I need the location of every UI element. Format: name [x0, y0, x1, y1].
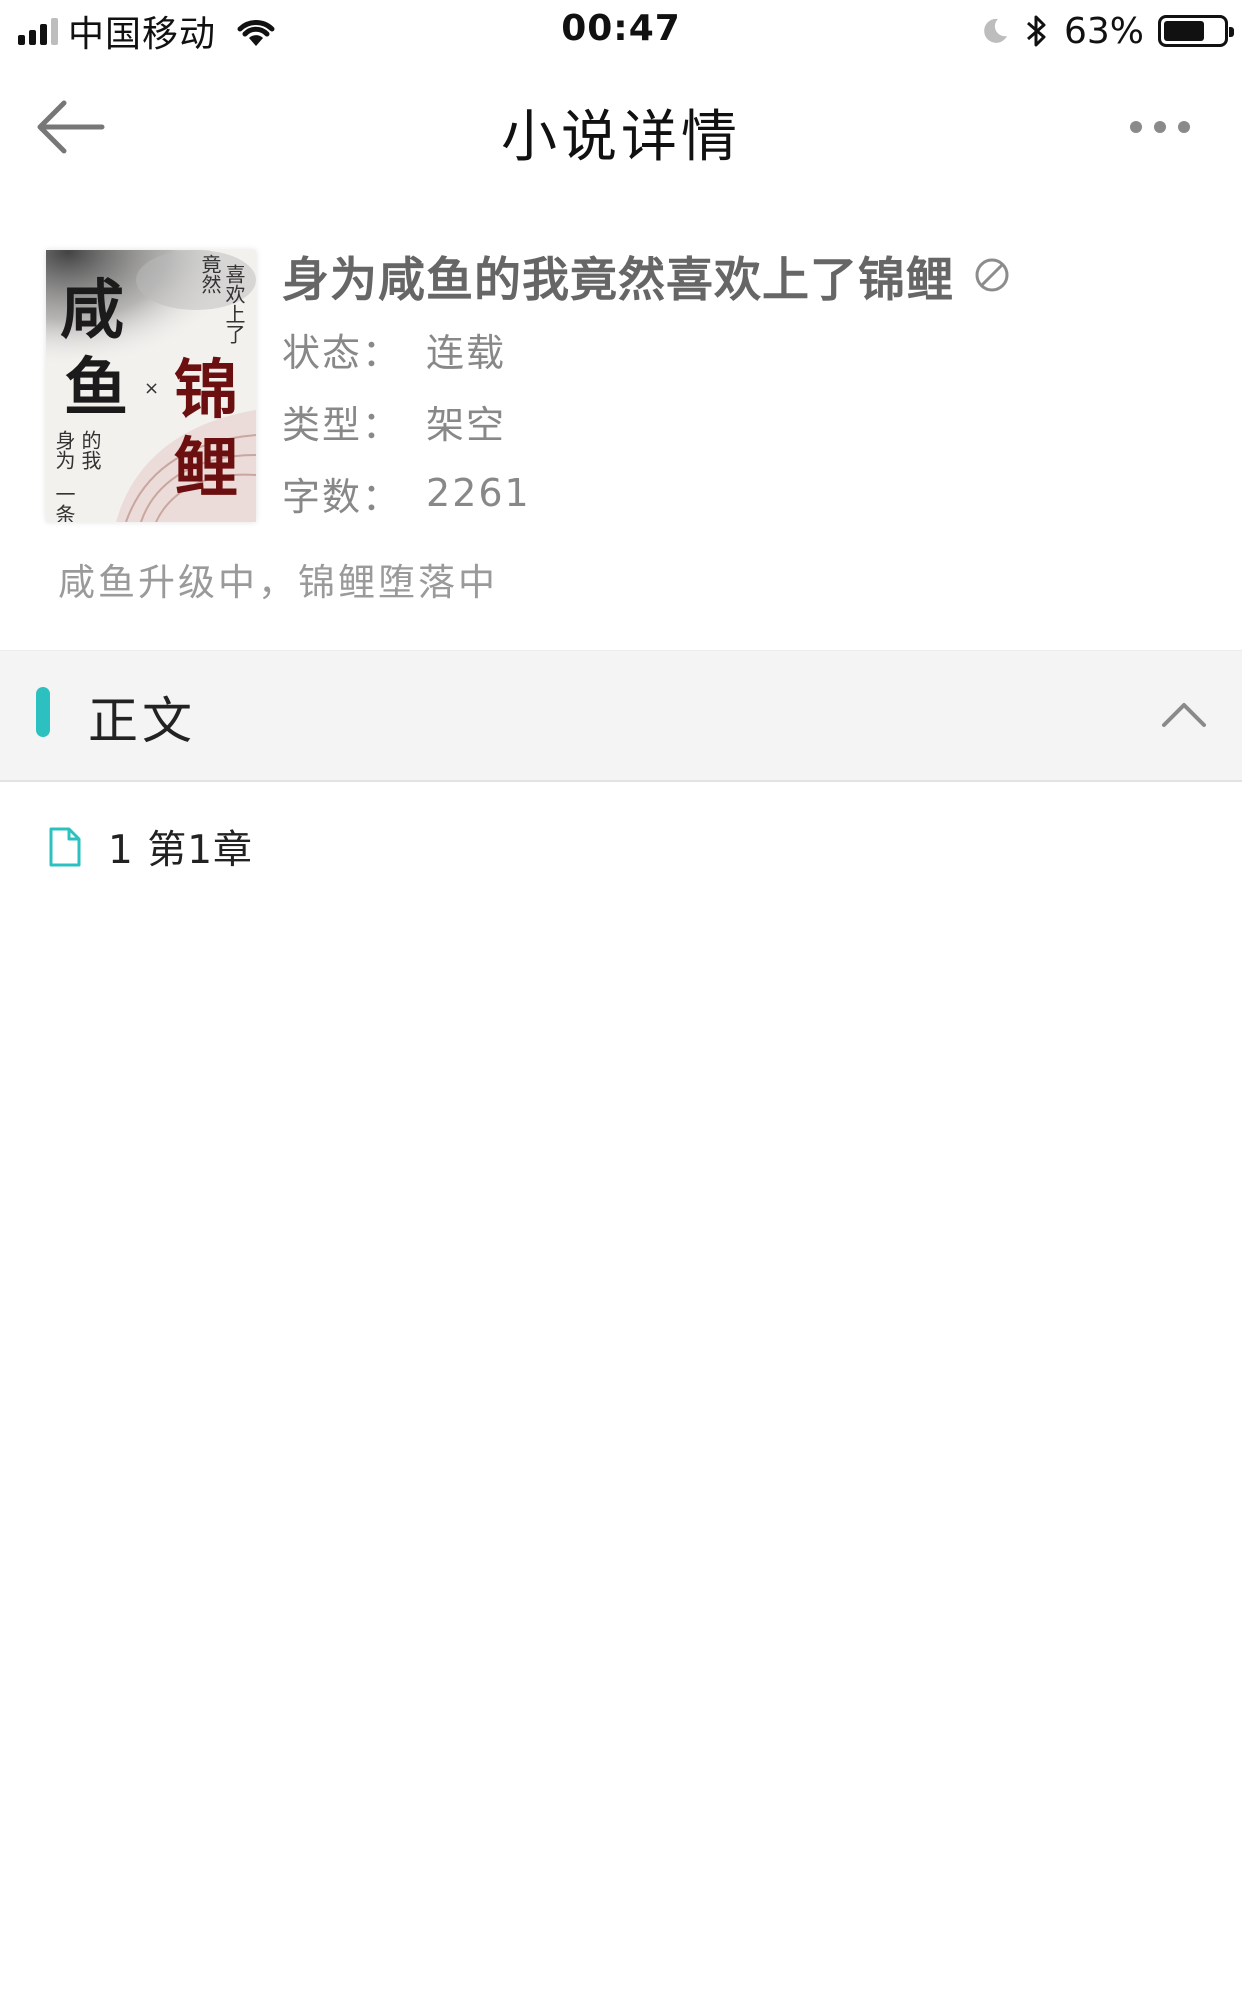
status-bar: 中国移动 00:47 63%: [0, 0, 1242, 62]
type-value: 架空: [426, 402, 507, 447]
status-right: 63%: [980, 8, 1234, 54]
cover-char: 鱼: [64, 351, 128, 426]
chevron-up-icon[interactable]: [1156, 687, 1212, 743]
page-title: 小说详情: [501, 105, 741, 170]
cover-char: 咸: [60, 273, 124, 348]
book-title: 身为咸鱼的我竟然喜欢上了锦鲤: [282, 252, 954, 308]
cover-small-text: 竟然: [198, 254, 222, 294]
nav-bar: 小说详情: [0, 62, 1242, 192]
book-info: 身为咸鱼的我竟然喜欢上了锦鲤 状态： 连载 类型： 架空 字数： 2261: [282, 244, 1212, 522]
battery-percent: 63%: [1063, 10, 1144, 52]
word-count-label: 字数：: [282, 474, 403, 519]
ban-icon: [975, 258, 1009, 292]
book-status-row: 状态： 连载: [282, 320, 1212, 378]
cover-cross: ×: [144, 378, 159, 399]
cover-small-text: 身为: [52, 430, 76, 470]
book-summary: 咸鱼升级中，锦鲤堕落中: [58, 561, 498, 604]
novel-detail-page: 中国移动 00:47 63% 小说详情 咸 鱼 × 锦 鲤 喜欢上了 竟然 的我…: [0, 0, 1242, 2000]
cover-art: 咸 鱼 × 锦 鲤 喜欢上了 竟然 的我 身为 一条: [46, 250, 256, 522]
bluetooth-icon: [1026, 15, 1046, 47]
type-label: 类型：: [282, 402, 403, 447]
document-icon: [49, 827, 81, 867]
section-header[interactable]: 正文: [0, 650, 1242, 782]
cover-char: 锦: [174, 353, 238, 428]
more-dot-icon: [1178, 121, 1190, 133]
book-title-row: 身为咸鱼的我竟然喜欢上了锦鲤: [282, 244, 1212, 308]
book-type-row: 类型： 架空: [282, 392, 1212, 450]
book-header: 咸 鱼 × 锦 鲤 喜欢上了 竟然 的我 身为 一条 身为咸鱼的我竟然喜欢上了锦…: [0, 192, 1242, 650]
section-accent-bar: [36, 687, 50, 737]
more-dot-icon: [1130, 121, 1142, 133]
cover-small-text: 一条: [52, 484, 76, 522]
cover-char: 鲤: [174, 431, 238, 506]
status-value: 连载: [426, 330, 507, 375]
more-options-button[interactable]: [1130, 102, 1190, 152]
chapter-label: 1 第1章: [108, 828, 254, 873]
chapter-list-item[interactable]: 1 第1章: [0, 784, 1242, 910]
cover-small-text: 喜欢上了: [222, 264, 246, 344]
book-cover-image[interactable]: 咸 鱼 × 锦 鲤 喜欢上了 竟然 的我 身为 一条: [46, 250, 256, 522]
chapter-list: 1 第1章: [0, 784, 1242, 910]
book-word-count-row: 字数： 2261: [282, 464, 1212, 522]
moon-icon: [984, 18, 1007, 43]
battery-icon: [1158, 15, 1234, 47]
word-count-value: 2261: [426, 471, 531, 515]
cover-small-text: 的我: [78, 430, 102, 470]
status-label: 状态：: [282, 330, 403, 375]
more-dot-icon: [1154, 121, 1166, 133]
section-title: 正文: [88, 692, 196, 750]
